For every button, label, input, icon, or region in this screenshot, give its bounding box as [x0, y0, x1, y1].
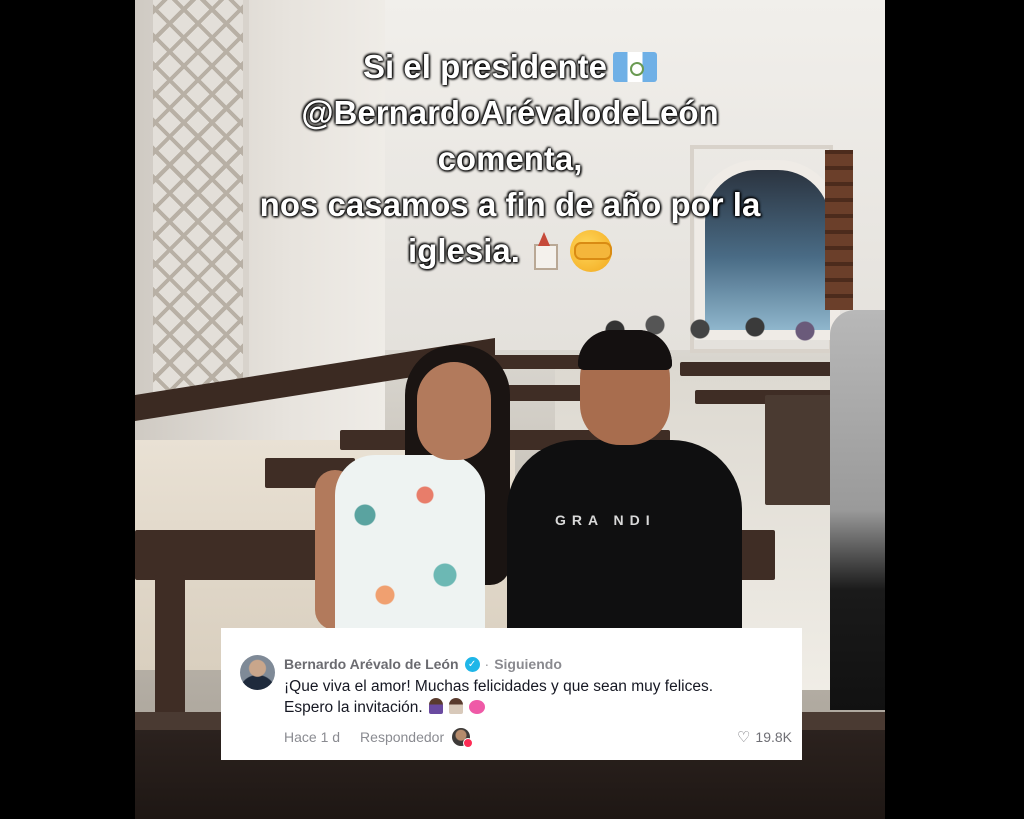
- video-caption: Si el presidente @BernardoArévalodeLeón …: [135, 44, 885, 274]
- caption-line-5: iglesia.: [135, 228, 885, 274]
- church-icon: [528, 232, 560, 270]
- face-peeking-icon: [569, 230, 612, 272]
- comment-footer: Hace 1 d Respondedor ♡ 19.8K: [284, 728, 792, 748]
- man-shirt: [507, 440, 742, 660]
- standing-person: [830, 310, 885, 710]
- reply-button[interactable]: Respondedor: [360, 729, 444, 745]
- pew: [490, 355, 585, 369]
- person-emoji-icon: [448, 698, 463, 714]
- comment-time: Hace 1 d: [284, 729, 341, 745]
- comment-text: ¡Que viva el amor! Muchas felicidades y …: [284, 678, 714, 716]
- comment-card[interactable]: Bernardo Arévalo de León ✓ · Siguiendo ¡…: [221, 628, 802, 760]
- verified-icon: ✓: [464, 656, 480, 672]
- caption-text: iglesia.: [408, 232, 520, 269]
- caption-line-2: @BernardoArévalodeLeón: [301, 94, 719, 131]
- pew: [135, 530, 335, 580]
- shirt-print: GRA NDI: [555, 512, 656, 528]
- pew: [680, 362, 840, 376]
- heart-icon[interactable]: ♡: [737, 728, 750, 746]
- guatemala-flag-icon: [612, 52, 657, 82]
- person-emoji-icon: [428, 698, 443, 714]
- avatar[interactable]: [240, 655, 275, 690]
- caption-line-1: Si el presidente: [135, 44, 885, 90]
- woman-face: [417, 362, 491, 460]
- caption-line-3: comenta,: [437, 140, 583, 177]
- following-status[interactable]: Siguiendo: [494, 656, 562, 672]
- man-hair-top: [578, 330, 672, 370]
- woman-dress: [335, 455, 485, 655]
- comment-text-block: ¡Que viva el amor! Muchas felicidades y …: [284, 676, 714, 718]
- like-count: 19.8K: [755, 729, 792, 745]
- pew: [765, 395, 835, 505]
- separator: ·: [484, 656, 490, 672]
- like-button[interactable]: ♡ 19.8K: [737, 728, 792, 746]
- comment-author[interactable]: Bernardo Arévalo de León: [284, 656, 459, 672]
- caption-text: Si el presidente: [363, 48, 607, 85]
- comment-header: Bernardo Arévalo de León ✓ · Siguiendo: [284, 654, 788, 674]
- creator-avatar-icon: [452, 728, 474, 748]
- hearts-emoji-icon: [468, 700, 485, 714]
- caption-line-4: nos casamos a fin de año por la: [259, 186, 761, 223]
- pew-leg: [155, 575, 185, 715]
